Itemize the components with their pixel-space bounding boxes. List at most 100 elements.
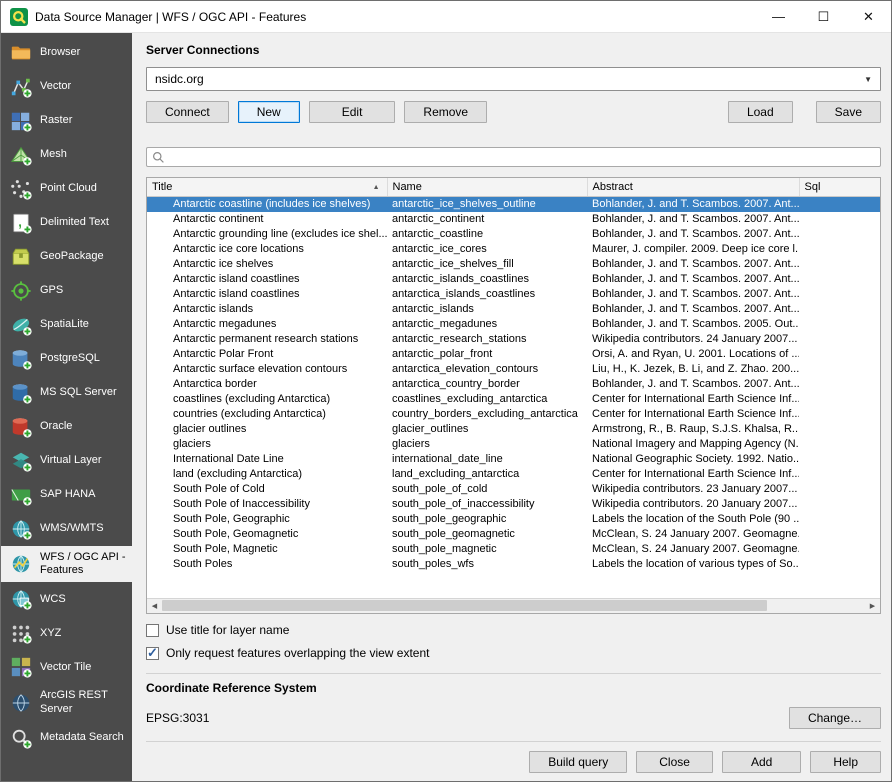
table-row[interactable]: countries (excluding Antarctica)country_… [147, 407, 880, 422]
sidebar-item-xyz[interactable]: XYZ [1, 616, 132, 650]
new-button[interactable]: New [238, 101, 300, 123]
cell-name: glaciers [387, 437, 587, 452]
table-row[interactable]: Antarctic surface elevation contoursanta… [147, 362, 880, 377]
sidebar-item-wfs[interactable]: WFS / OGC API - Features [1, 546, 132, 582]
scroll-right-icon[interactable]: ▶ [865, 599, 880, 613]
sidebar-item-ms-sql-server[interactable]: MS SQL Server [1, 376, 132, 410]
cell-sql [799, 512, 880, 527]
table-row[interactable]: South Pole of Inaccessibilitysouth_pole_… [147, 497, 880, 512]
sidebar-item-label: PostgreSQL [40, 352, 100, 365]
table-row[interactable]: coastlines (excluding Antarctica)coastli… [147, 392, 880, 407]
horizontal-scrollbar[interactable]: ◀ ▶ [147, 598, 880, 613]
save-button[interactable]: Save [816, 101, 881, 123]
table-row[interactable]: Antarctic permanent research stationsant… [147, 332, 880, 347]
minimize-button[interactable]: — [756, 1, 801, 32]
scrollbar-thumb[interactable] [162, 600, 767, 611]
table-row[interactable]: International Date Lineinternational_dat… [147, 452, 880, 467]
table-row[interactable]: Antarctic grounding line (excludes ice s… [147, 227, 880, 242]
metadata-search-icon [9, 726, 33, 750]
cell-sql [799, 392, 880, 407]
cell-name: south_pole_geographic [387, 512, 587, 527]
layer-filter-input[interactable] [170, 149, 875, 165]
connection-select[interactable]: nsidc.org ▼ [146, 67, 881, 91]
overlap-checkbox[interactable] [146, 647, 159, 660]
table-row[interactable]: South Pole, Magneticsouth_pole_magneticM… [147, 542, 880, 557]
overlap-option[interactable]: Only request features overlapping the vi… [146, 646, 881, 660]
cell-title: Antarctic megadunes [147, 317, 387, 332]
cell-abstract: Liu, H., K. Jezek, B. Li, and Z. Zhao. 2… [587, 362, 799, 377]
sidebar-item-virtual-layer[interactable]: Virtual Layer [1, 444, 132, 478]
build-query-button[interactable]: Build query [529, 751, 627, 773]
load-button[interactable]: Load [728, 101, 793, 123]
crs-change-button[interactable]: Change… [789, 707, 881, 729]
table-row[interactable]: South Polessouth_poles_wfsLabels the loc… [147, 557, 880, 572]
table-row[interactable]: Antarctic ice core locationsantarctic_ic… [147, 242, 880, 257]
sidebar-item-sap-hana[interactable]: SAP HANA [1, 478, 132, 512]
wfs-icon [9, 552, 33, 576]
sidebar-item-spatialite[interactable]: SpatiaLite [1, 308, 132, 342]
sidebar-item-delimited-text[interactable]: ,Delimited Text [1, 206, 132, 240]
cell-title: glaciers [147, 437, 387, 452]
column-header-title[interactable]: Title▲ [147, 178, 387, 197]
table-row[interactable]: Antarctic islandsantarctic_islandsBohlan… [147, 302, 880, 317]
cell-title: Antarctic grounding line (excludes ice s… [147, 227, 387, 242]
cell-abstract: Maurer, J. compiler. 2009. Deep ice core… [587, 242, 799, 257]
table-row[interactable]: glaciersglaciersNational Imagery and Map… [147, 437, 880, 452]
table-row[interactable]: Antarctic Polar Frontantarctic_polar_fro… [147, 347, 880, 362]
table-row[interactable]: South Pole, Geographicsouth_pole_geograp… [147, 512, 880, 527]
help-button[interactable]: Help [810, 751, 881, 773]
use-title-option[interactable]: Use title for layer name [146, 623, 881, 637]
table-row[interactable]: Antarctic island coastlinesantarctic_isl… [147, 272, 880, 287]
xyz-icon [9, 621, 33, 645]
sidebar-item-vector-tile[interactable]: Vector Tile [1, 650, 132, 684]
edit-button[interactable]: Edit [309, 101, 396, 123]
sidebar-item-label: Delimited Text [40, 216, 109, 229]
table-row[interactable]: Antarctic continentantarctic_continentBo… [147, 212, 880, 227]
close-window-button[interactable]: ✕ [846, 1, 891, 32]
sidebar-item-raster[interactable]: Raster [1, 104, 132, 138]
sidebar-item-vector[interactable]: Vector [1, 70, 132, 104]
sidebar-item-metadata-search[interactable]: Metadata Search [1, 721, 132, 755]
cell-title: coastlines (excluding Antarctica) [147, 392, 387, 407]
add-button[interactable]: Add [722, 751, 801, 773]
use-title-checkbox[interactable] [146, 624, 159, 637]
connect-button[interactable]: Connect [146, 101, 229, 123]
connection-selected-value: nsidc.org [155, 72, 204, 86]
remove-button[interactable]: Remove [404, 101, 487, 123]
wcs-icon [9, 587, 33, 611]
table-row[interactable]: South Pole of Coldsouth_pole_of_coldWiki… [147, 482, 880, 497]
maximize-button[interactable]: ☐ [801, 1, 846, 32]
table-row[interactable]: Antarctic coastline (includes ice shelve… [147, 197, 880, 213]
cell-name: antarctic_research_stations [387, 332, 587, 347]
sidebar-item-arcgis[interactable]: ArcGIS REST Server [1, 684, 132, 720]
data-source-manager-window: Data Source Manager | WFS / OGC API - Fe… [0, 0, 892, 782]
sidebar-item-geopackage[interactable]: GeoPackage [1, 240, 132, 274]
sidebar-item-wcs[interactable]: WCS [1, 582, 132, 616]
table-row[interactable]: Antarctica borderantarctica_country_bord… [147, 377, 880, 392]
cell-abstract: Bohlander, J. and T. Scambos. 2007. Ant.… [587, 287, 799, 302]
table-row[interactable]: glacier outlinesglacier_outlinesArmstron… [147, 422, 880, 437]
table-row[interactable]: Antarctic island coastlinesantarctica_is… [147, 287, 880, 302]
cell-name: antarctic_coastline [387, 227, 587, 242]
sidebar-item-wms-wmts[interactable]: WMS/WMTS [1, 512, 132, 546]
table-row[interactable]: Antarctic megadunesantarctic_megadunesBo… [147, 317, 880, 332]
column-header-name[interactable]: Name [387, 178, 587, 197]
close-button[interactable]: Close [636, 751, 713, 773]
sidebar-item-postgresql[interactable]: PostgreSQL [1, 342, 132, 376]
connection-buttons: Connect New Edit Remove Load Save [146, 101, 881, 123]
sidebar-item-label: Mesh [40, 148, 67, 161]
cell-name: antarctic_megadunes [387, 317, 587, 332]
table-row[interactable]: South Pole, Geomagneticsouth_pole_geomag… [147, 527, 880, 542]
scroll-left-icon[interactable]: ◀ [147, 599, 162, 613]
sidebar-item-gps[interactable]: GPS [1, 274, 132, 308]
table-row[interactable]: Antarctic ice shelvesantarctic_ice_shelv… [147, 257, 880, 272]
sidebar-item-browser[interactable]: Browser [1, 36, 132, 70]
sidebar-item-point-cloud[interactable]: Point Cloud [1, 172, 132, 206]
cell-title: countries (excluding Antarctica) [147, 407, 387, 422]
table-row[interactable]: land (excluding Antarctica)land_excludin… [147, 467, 880, 482]
sidebar-item-label: Vector [40, 80, 71, 93]
column-header-sql[interactable]: Sql [799, 178, 880, 197]
sidebar-item-mesh[interactable]: Mesh [1, 138, 132, 172]
column-header-abstract[interactable]: Abstract [587, 178, 799, 197]
sidebar-item-oracle[interactable]: Oracle [1, 410, 132, 444]
